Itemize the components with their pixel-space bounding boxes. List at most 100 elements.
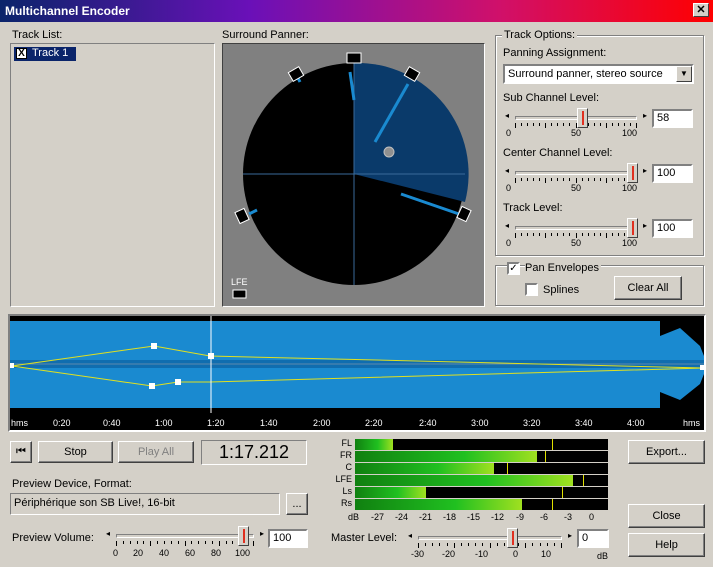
pan-envelopes-checkbox[interactable]: ✓ — [507, 262, 520, 275]
meter-fill — [355, 487, 426, 498]
center-channel-input[interactable]: 100 — [652, 164, 693, 183]
track-list-item[interactable]: X Track 1 — [14, 47, 76, 61]
sub-channel-thumb[interactable] — [577, 108, 589, 128]
track-checkbox[interactable]: X — [16, 48, 27, 59]
track-list[interactable]: X Track 1 — [10, 43, 215, 307]
slider-left-arrow-icon: ◂ — [408, 531, 413, 540]
meter-peak — [506, 463, 508, 474]
ruler-label: 1:00 — [155, 418, 173, 428]
ruler-label: 1:40 — [260, 418, 278, 428]
surround-panner[interactable]: LFE — [222, 43, 485, 307]
meter-scale: dB -27 -24 -21 -18 -15 -12 -9 -6 -3 0 — [348, 512, 612, 524]
meter-scale-label: -15 — [467, 512, 481, 522]
waveform-graphic[interactable] — [10, 316, 704, 413]
scale-label: 10 — [541, 549, 552, 559]
track-level-slider[interactable]: ◂ ▸ 0 50 100 — [505, 218, 647, 248]
master-level-thumb[interactable] — [506, 528, 518, 548]
ruler-label: 3:20 — [523, 418, 541, 428]
close-window-button[interactable]: ✕ — [693, 3, 709, 17]
play-all-button[interactable]: Play All — [118, 441, 194, 463]
track-name: Track 1 — [32, 47, 69, 59]
browse-device-button[interactable]: ... — [286, 493, 308, 515]
meter-peak — [552, 439, 554, 450]
browse-label: ... — [292, 498, 302, 510]
scale-label: -10 — [475, 549, 489, 559]
time-ruler: hms 0:20 0:40 1:00 1:20 1:40 2:00 2:20 2… — [10, 413, 704, 430]
center-channel-thumb[interactable] — [627, 163, 638, 183]
slider-left-arrow-icon: ◂ — [106, 529, 111, 538]
meter-scale-label: -18 — [443, 512, 457, 522]
slider-left-arrow-icon: ◂ — [505, 166, 510, 175]
slider-right-arrow-icon: ▸ — [642, 221, 647, 230]
track-level-thumb[interactable] — [627, 218, 638, 238]
center-channel-slider[interactable]: ◂ ▸ 0 50 100 — [505, 163, 647, 193]
ruler-label: 2:00 — [313, 418, 331, 428]
meter-scale-label: -21 — [419, 512, 433, 522]
sub-channel-input[interactable]: 58 — [652, 109, 693, 128]
ruler-label: 2:20 — [365, 418, 383, 428]
close-button[interactable]: Close — [628, 504, 705, 528]
scale-label: 0 — [113, 548, 119, 558]
center-channel-label: Center Channel Level: — [503, 147, 613, 159]
slider-left-arrow-icon: ◂ — [505, 111, 510, 120]
scale-label: 40 — [159, 548, 170, 558]
export-label: Export... — [646, 446, 687, 458]
preview-volume-slider[interactable]: ◂ ▸ 0 20 40 60 80 100 — [106, 526, 264, 560]
panning-assignment-select[interactable]: Surround panner, stereo source ▼ — [503, 64, 694, 84]
sub-channel-label: Sub Channel Level: — [503, 92, 600, 104]
meter-fill — [355, 451, 538, 462]
scale-min: 0 — [506, 238, 512, 248]
close-label: Close — [652, 510, 681, 522]
splines-checkbox[interactable] — [525, 283, 538, 296]
play-all-label: Play All — [137, 446, 175, 458]
scale-label: 0 — [513, 549, 519, 559]
meter-fr — [355, 451, 608, 462]
meter-channel-label: C — [345, 462, 353, 472]
preview-device-label: Preview Device, Format: — [12, 478, 132, 490]
help-label: Help — [655, 539, 678, 551]
stop-button[interactable]: Stop — [38, 441, 113, 463]
track-level-input[interactable]: 100 — [652, 219, 693, 238]
meter-scale-label: -3 — [564, 512, 573, 522]
sub-channel-slider[interactable]: ◂ ▸ 0 50 100 — [505, 108, 647, 138]
scale-max: 100 — [622, 183, 638, 193]
meter-channel-label: Rs — [341, 498, 352, 508]
preview-volume-thumb[interactable] — [238, 526, 249, 546]
slider-right-arrow-icon: ▸ — [567, 531, 572, 540]
meter-peak — [544, 451, 546, 462]
preview-volume-input[interactable]: 100 — [268, 529, 308, 548]
meter-peak — [582, 475, 584, 486]
track-options-label: Track Options: — [502, 29, 578, 41]
master-level-slider[interactable]: ◂ ▸ -30 -20 -10 0 10 — [408, 528, 572, 562]
scale-min: 0 — [506, 128, 512, 138]
panner-graphic[interactable] — [223, 44, 486, 308]
ruler-label: 4:00 — [627, 418, 645, 428]
slider-right-arrow-icon: ▸ — [642, 111, 647, 120]
meter-c — [355, 463, 608, 474]
scale-mid: 50 — [571, 183, 582, 193]
track-list-label: Track List: — [12, 29, 63, 41]
skip-back-icon: ⏮ — [16, 445, 26, 458]
ruler-label: hms — [11, 418, 29, 428]
meter-fill — [355, 499, 522, 510]
help-button[interactable]: Help — [628, 533, 705, 557]
meter-channel-label: FL — [341, 438, 352, 448]
clear-all-button[interactable]: Clear All — [614, 276, 682, 300]
meter-scale-label: 0 — [589, 512, 595, 522]
chevron-down-icon[interactable]: ▼ — [676, 66, 692, 82]
scale-label: 20 — [133, 548, 144, 558]
preview-device-field[interactable]: Périphérique son SB Live!, 16-bit — [10, 493, 280, 515]
meter-fill — [355, 463, 495, 474]
rewind-button[interactable]: ⏮ — [10, 441, 32, 463]
track-level-label: Track Level: — [503, 202, 563, 214]
meter-fl — [355, 439, 608, 450]
master-level-input[interactable]: 0 — [577, 529, 609, 548]
time-display: 1:17.212 — [201, 440, 307, 465]
meter-scale-label: -12 — [491, 512, 505, 522]
ruler-label: hms — [683, 418, 701, 428]
scale-label: -30 — [411, 549, 425, 559]
meter-fill — [355, 475, 573, 486]
export-button[interactable]: Export... — [628, 440, 705, 464]
meter-scale-label: -27 — [371, 512, 385, 522]
window-title: Multichannel Encoder — [5, 4, 130, 18]
